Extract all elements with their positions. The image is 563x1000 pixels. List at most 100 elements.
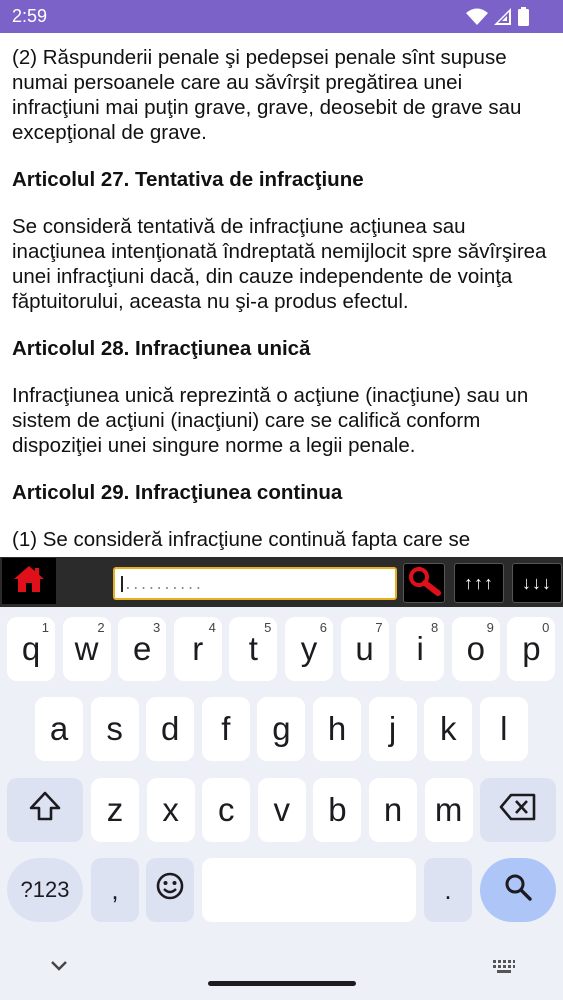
key-r[interactable]: r4	[173, 617, 222, 681]
key-g[interactable]: g	[257, 697, 306, 761]
text-caret	[121, 576, 123, 592]
key-l[interactable]: l	[479, 697, 528, 761]
battery-icon	[518, 7, 529, 26]
key-k[interactable]: k	[424, 697, 473, 761]
home-button[interactable]	[2, 558, 56, 604]
key-hint: 9	[486, 620, 494, 635]
symbols-key[interactable]: ?123	[7, 858, 83, 922]
key-label: x	[162, 791, 179, 828]
space-key[interactable]	[202, 858, 416, 922]
key-x[interactable]: x	[146, 778, 195, 842]
key-label: g	[272, 710, 291, 747]
article-paragraph: (1) Se consideră infracţiune continuă fa…	[12, 528, 471, 551]
key-label: a	[49, 710, 69, 747]
cellular-signal-icon	[494, 7, 512, 26]
key-w[interactable]: w2	[62, 617, 111, 681]
article-paragraph: Se consideră tentativă de infracţiune ac…	[12, 215, 547, 313]
article-heading: Articolul 27. Tentativa de infracţiune	[12, 168, 364, 191]
soft-keyboard: q1w2e3r4t5y6u7i8o9p0 asdfghjkl zxcvbnm ?…	[0, 607, 563, 1000]
key-label: d	[161, 710, 180, 747]
key-label: v	[273, 791, 291, 828]
key-label: p	[522, 630, 541, 667]
key-label: w	[74, 630, 99, 667]
backspace-key[interactable]	[480, 778, 556, 842]
key-label: z	[106, 791, 124, 828]
period-key[interactable]: .	[424, 858, 472, 922]
home-icon	[13, 563, 45, 600]
wifi-icon	[466, 8, 488, 26]
key-t[interactable]: t5	[229, 617, 278, 681]
key-label: l	[500, 710, 508, 747]
key-d[interactable]: d	[146, 697, 195, 761]
key-hint: 5	[264, 620, 272, 635]
article-heading: Articolul 28. Infracţiunea unică	[12, 337, 311, 360]
key-label: o	[466, 630, 485, 667]
key-a[interactable]: a	[35, 697, 83, 761]
status-icons	[466, 7, 529, 26]
key-s[interactable]: s	[90, 697, 139, 761]
search-button[interactable]	[403, 563, 445, 603]
search-input[interactable]: ..........	[113, 567, 397, 600]
search-toolbar: .......... ↑↑↑ ↓↓↓	[0, 557, 563, 607]
key-j[interactable]: j	[368, 697, 417, 761]
key-label: i	[416, 630, 424, 667]
key-label: c	[217, 791, 235, 828]
key-i[interactable]: i8	[396, 617, 445, 681]
key-u[interactable]: u7	[340, 617, 389, 681]
status-time: 2:59	[12, 6, 48, 26]
key-hint: 6	[319, 620, 327, 635]
key-hint: 3	[152, 620, 161, 635]
article-heading: Articolul 29. Infracţiunea continua	[12, 481, 343, 504]
key-label: y	[300, 630, 318, 667]
shift-key[interactable]	[7, 778, 83, 842]
key-hint: 8	[430, 620, 439, 635]
key-label: b	[328, 791, 347, 828]
key-label: j	[388, 710, 397, 747]
article-text[interactable]: (2) Răspunderii penale şi pedepsei penal…	[0, 33, 563, 556]
gesture-handle	[208, 981, 356, 986]
shift-icon	[28, 790, 62, 830]
key-hint: 2	[97, 620, 105, 635]
key-n[interactable]: n	[369, 778, 417, 842]
key-label: r	[192, 630, 204, 667]
next-match-button[interactable]: ↓↓↓	[512, 563, 562, 603]
key-e[interactable]: e3	[118, 617, 167, 681]
key-m[interactable]: m	[424, 778, 473, 842]
key-hint: 4	[208, 620, 216, 635]
key-label: n	[383, 791, 403, 828]
article-paragraph: Infracţiunea unică reprezintă o acţiune …	[12, 384, 529, 457]
key-q[interactable]: q1	[7, 617, 55, 681]
previous-match-button[interactable]: ↑↑↑	[454, 563, 504, 603]
search-key[interactable]	[480, 858, 556, 922]
key-label: s	[106, 710, 123, 747]
key-label: m	[434, 791, 463, 828]
search-placeholder: ..........	[124, 578, 203, 593]
key-y[interactable]: y6	[285, 617, 333, 681]
key-hint: 1	[41, 620, 49, 635]
key-label: u	[355, 630, 374, 667]
backspace-icon	[499, 791, 537, 829]
key-v[interactable]: v	[257, 778, 306, 842]
key-b[interactable]: b	[313, 778, 362, 842]
key-hint: 7	[375, 620, 383, 635]
key-label: h	[327, 710, 347, 747]
search-icon	[504, 871, 532, 909]
emoji-icon	[155, 871, 185, 909]
key-f[interactable]: f	[201, 697, 250, 761]
comma-key[interactable]: ,	[91, 858, 139, 922]
keyboard-icon[interactable]	[492, 959, 516, 980]
key-z[interactable]: z	[91, 778, 139, 842]
key-label: e	[133, 630, 152, 667]
key-label: t	[248, 630, 258, 667]
status-bar: 2:59	[0, 0, 563, 33]
key-label: f	[221, 710, 231, 747]
key-h[interactable]: h	[313, 697, 361, 761]
key-label: q	[21, 630, 41, 667]
chevron-down-icon[interactable]	[50, 959, 68, 977]
key-p[interactable]: p0	[507, 617, 556, 681]
key-c[interactable]: c	[202, 778, 251, 842]
key-o[interactable]: o9	[451, 617, 500, 681]
key-label: k	[439, 710, 457, 747]
emoji-key[interactable]	[146, 858, 194, 922]
key-hint: 0	[542, 620, 550, 635]
